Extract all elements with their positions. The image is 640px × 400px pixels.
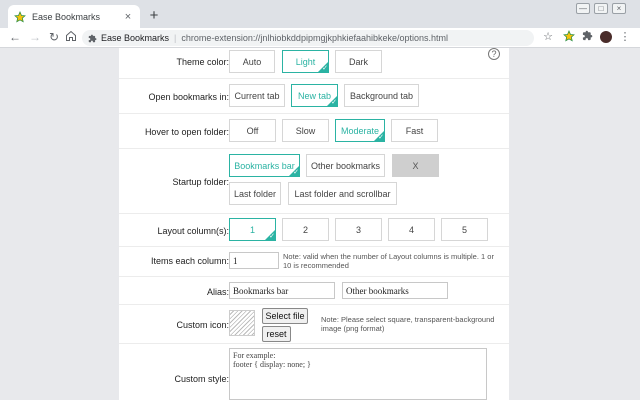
theme-color-label: Theme color:: [176, 57, 229, 67]
profile-avatar[interactable]: [600, 31, 612, 43]
items-column-row: Items each column: Note: valid when the …: [119, 247, 509, 277]
ease-bookmarks-extension-icon[interactable]: [562, 30, 576, 44]
startup-option-last-folder[interactable]: Last folder: [229, 182, 281, 205]
layout-option-3[interactable]: 3: [335, 218, 382, 241]
layout-option-5[interactable]: 5: [441, 218, 488, 241]
layout-option-4[interactable]: 4: [388, 218, 435, 241]
startup-option-other-bookmarks[interactable]: Other bookmarks: [306, 154, 385, 177]
menu-kebab-icon[interactable]: ⋮: [618, 30, 632, 44]
reload-icon[interactable]: ↻: [47, 30, 61, 44]
hover-folder-row: Hover to open folder: Off Slow Moderate ✓…: [119, 114, 509, 149]
hover-folder-label: Hover to open folder:: [144, 127, 229, 137]
startup-folder-label: Startup folder:: [172, 177, 229, 187]
startup-folder-row: Startup folder: Bookmarks bar ✓ Other boo…: [119, 149, 509, 214]
startup-option-x[interactable]: X: [392, 154, 439, 177]
selected-check-icon: ✓: [269, 233, 275, 240]
alias-label: Alias:: [206, 287, 229, 297]
open-bookmarks-label: Open bookmarks in:: [148, 92, 229, 102]
layout-columns-label: Layout column(s):: [157, 226, 229, 236]
layout-option-2[interactable]: 2: [282, 218, 329, 241]
startup-option-last-folder-scrollbar[interactable]: Last folder and scrollbar: [288, 182, 397, 205]
extension-puzzle-icon: [88, 34, 97, 43]
page-viewport: Theme color: Auto Light ✓ Dark Open bookm…: [0, 48, 640, 400]
open-option-background-tab[interactable]: Background tab: [344, 84, 419, 107]
alias-other-bookmarks-input[interactable]: [342, 282, 448, 299]
hover-option-fast[interactable]: Fast: [391, 119, 438, 142]
theme-option-auto[interactable]: Auto: [229, 50, 275, 73]
custom-icon-label: Custom icon:: [176, 320, 229, 330]
custom-icon-row: Custom icon: Select file reset Note: Ple…: [119, 305, 509, 344]
custom-style-textarea[interactable]: For example: footer { display: none; }: [229, 348, 487, 400]
items-column-input[interactable]: [229, 252, 279, 269]
select-file-button[interactable]: Select file: [262, 308, 308, 324]
hover-option-moderate[interactable]: Moderate ✓: [335, 119, 385, 142]
address-separator: |: [174, 33, 177, 43]
selected-check-icon: ✓: [331, 99, 337, 106]
star-favicon-icon: [14, 10, 26, 23]
new-tab-button[interactable]: +: [146, 8, 162, 24]
browser-tab[interactable]: Ease Bookmarks ×: [8, 5, 140, 28]
theme-option-light[interactable]: Light ✓: [282, 50, 329, 73]
theme-color-row: Theme color: Auto Light ✓ Dark: [119, 48, 509, 79]
bookmark-star-icon[interactable]: ☆: [541, 30, 555, 44]
minimize-icon[interactable]: —: [576, 3, 590, 14]
tab-title: Ease Bookmarks: [32, 11, 101, 22]
browser-toolbar: ← → ↻ Ease Bookmarks | chrome-extension:…: [0, 28, 640, 48]
layout-option-1[interactable]: 1 ✓: [229, 218, 276, 241]
startup-option-bookmarks-bar[interactable]: Bookmarks bar ✓: [229, 154, 300, 177]
selected-check-icon: ✓: [322, 65, 328, 72]
options-panel: Theme color: Auto Light ✓ Dark Open bookm…: [119, 48, 509, 400]
items-column-note: Note: valid when the number of Layout co…: [283, 252, 494, 270]
open-bookmarks-row: Open bookmarks in: Current tab New tab ✓ …: [119, 79, 509, 114]
custom-style-label: Custom style:: [174, 374, 229, 384]
back-icon[interactable]: ←: [8, 30, 22, 44]
forward-icon[interactable]: →: [28, 30, 42, 44]
close-window-icon[interactable]: ×: [612, 3, 626, 14]
maximize-icon[interactable]: □: [594, 3, 608, 14]
address-bar[interactable]: Ease Bookmarks | chrome-extension://jnlh…: [82, 30, 534, 46]
selected-check-icon: ✓: [293, 169, 299, 176]
extensions-icon[interactable]: [580, 30, 594, 44]
selected-check-icon: ✓: [378, 134, 384, 141]
home-icon[interactable]: [64, 30, 78, 44]
theme-option-dark[interactable]: Dark: [335, 50, 382, 73]
custom-icon-note: Note: Please select square, transparent-…: [321, 315, 495, 333]
custom-icon-preview: [229, 310, 255, 336]
hover-option-slow[interactable]: Slow: [282, 119, 329, 142]
open-option-current-tab[interactable]: Current tab: [229, 84, 285, 107]
help-icon[interactable]: ?: [488, 48, 500, 60]
custom-style-row: Custom style: For example: footer { disp…: [119, 344, 509, 400]
alias-row: Alias:: [119, 277, 509, 305]
open-option-new-tab[interactable]: New tab ✓: [291, 84, 338, 107]
layout-columns-row: Layout column(s): 1 ✓ 2 3 4 5: [119, 214, 509, 247]
address-url: chrome-extension://jnlhiobkddpipmgjkphki…: [181, 33, 449, 43]
tab-close-icon[interactable]: ×: [122, 11, 134, 23]
address-extension-name: Ease Bookmarks: [101, 33, 170, 43]
tab-strip: Ease Bookmarks × + — □ ×: [0, 0, 640, 28]
hover-option-off[interactable]: Off: [229, 119, 276, 142]
items-column-label: Items each column:: [150, 256, 229, 266]
reset-icon-button[interactable]: reset: [262, 326, 291, 342]
alias-bookmarks-bar-input[interactable]: [229, 282, 335, 299]
